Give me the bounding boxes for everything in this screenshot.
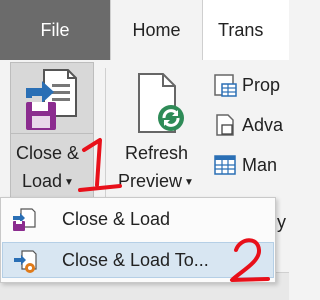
tab-home[interactable]: Home xyxy=(110,0,203,60)
advanced-editor-label: Adva xyxy=(242,114,284,135)
menu-item-close-load[interactable]: Close & Load xyxy=(2,201,274,237)
split-divider xyxy=(11,133,93,134)
tab-transform-label: Trans xyxy=(218,19,264,40)
properties-button[interactable]: Prop xyxy=(212,72,280,98)
chevron-down-icon: ▼ xyxy=(64,176,74,188)
close-and-load-to-icon xyxy=(14,250,37,273)
ribbon-tab-strip: File Home Trans xyxy=(0,0,289,60)
close-and-load-icon xyxy=(26,69,77,130)
close-load-label-line2: Load ▼ xyxy=(22,171,74,192)
refresh-preview-button[interactable] xyxy=(113,62,205,197)
manage-icon xyxy=(214,155,236,175)
manage-button[interactable]: Man xyxy=(212,152,277,178)
tab-home-label: Home xyxy=(132,19,181,40)
menu-item-close-load-to[interactable]: Close & Load To... xyxy=(2,242,274,278)
tab-file-label: File xyxy=(40,19,70,40)
manage-label: Man xyxy=(242,154,278,175)
close-load-dropdown-menu: Close & Load Close & Load To... xyxy=(0,197,276,283)
close-load-label-text: Load xyxy=(22,171,63,191)
menu-item-close-load-to-label: Close & Load To... xyxy=(62,249,209,270)
properties-label: Prop xyxy=(242,74,281,95)
partial-ribbon-text: y xyxy=(277,212,286,232)
properties-icon xyxy=(214,74,237,97)
group-separator xyxy=(105,68,106,198)
tab-file[interactable]: File xyxy=(0,0,110,60)
menu-item-close-load-label: Close & Load xyxy=(62,208,171,229)
close-load-label-line1: Close & xyxy=(16,143,80,163)
advanced-editor-icon xyxy=(216,114,234,136)
tab-transform[interactable]: Trans xyxy=(218,0,263,60)
close-and-load-icon xyxy=(13,208,36,231)
advanced-editor-button[interactable]: Adva xyxy=(212,112,283,138)
